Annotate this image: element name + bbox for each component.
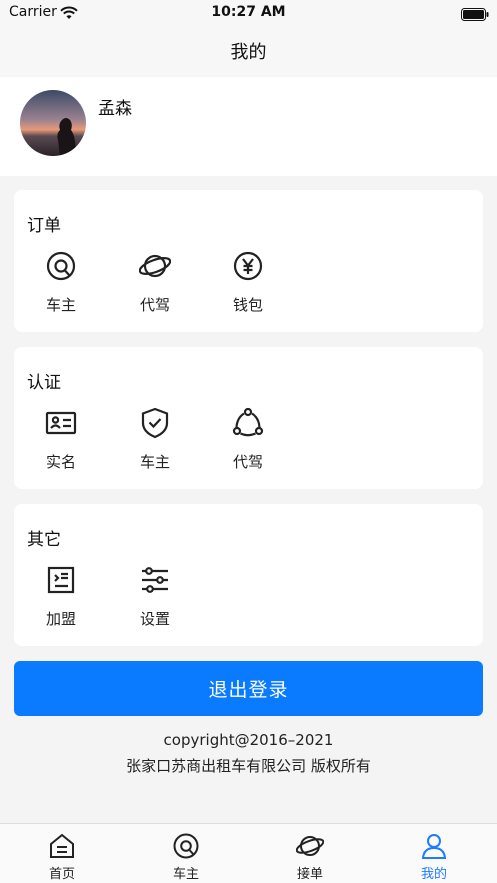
tab-mine[interactable]: 我的 <box>372 830 496 883</box>
company-text: 张家口苏商出租车有限公司 版权所有 <box>126 757 371 775</box>
planet-icon <box>138 250 172 282</box>
page-title: 我的 <box>230 42 267 63</box>
orders-chauffeur-button[interactable]: 代驾 <box>115 250 195 320</box>
certification-section: 认证 实名 车主 代驾 <box>14 347 483 489</box>
section-title: 其它 <box>27 530 61 550</box>
other-join-button[interactable]: 加盟 <box>21 564 101 634</box>
other-settings-label: 设置 <box>139 610 170 628</box>
tab-driver-label: 车主 <box>172 867 199 882</box>
tab-bar: 首页 车主 接单 我的 <box>0 823 497 883</box>
orders-driver-button[interactable]: 车主 <box>21 250 101 320</box>
person-icon <box>420 832 448 860</box>
orders-section: 订单 车主 代驾 钱包 <box>14 190 483 332</box>
home-icon <box>48 832 76 860</box>
cert-realname-button[interactable]: 实名 <box>21 407 101 477</box>
shield-check-icon <box>139 407 171 439</box>
yen-coin-icon <box>232 250 264 282</box>
section-title: 订单 <box>27 216 61 236</box>
profile-name: 孟森 <box>98 99 132 119</box>
planet-icon <box>295 832 325 860</box>
other-join-label: 加盟 <box>45 610 76 628</box>
cert-chauffeur-button[interactable]: 代驾 <box>208 407 288 477</box>
orders-driver-label: 车主 <box>45 296 76 314</box>
tab-home-label: 首页 <box>48 867 75 882</box>
nav-bar: 我的 <box>0 26 497 76</box>
cert-driver-label: 车主 <box>139 453 170 471</box>
list-box-icon <box>45 564 77 596</box>
profile-header[interactable]: 孟森 <box>0 77 497 176</box>
orders-chauffeur-label: 代驾 <box>139 296 170 314</box>
orders-wallet-button[interactable]: 钱包 <box>208 250 288 320</box>
cert-realname-label: 实名 <box>45 453 76 471</box>
steering-wheel-icon <box>172 832 200 860</box>
cert-driver-button[interactable]: 车主 <box>115 407 195 477</box>
logout-button[interactable]: 退出登录 <box>14 661 483 716</box>
section-title: 认证 <box>27 373 61 393</box>
share-nodes-icon <box>232 407 264 439</box>
status-time: 10:27 AM <box>211 4 286 20</box>
other-section: 其它 加盟 设置 <box>14 504 483 646</box>
id-card-icon <box>45 407 77 439</box>
tab-home[interactable]: 首页 <box>0 830 124 883</box>
avatar[interactable] <box>20 90 86 156</box>
orders-wallet-label: 钱包 <box>232 296 263 314</box>
other-settings-button[interactable]: 设置 <box>115 564 195 634</box>
steering-wheel-icon <box>45 250 77 282</box>
tab-orders[interactable]: 接单 <box>248 830 372 883</box>
tab-driver[interactable]: 车主 <box>124 830 248 883</box>
copyright-text: copyright@2016–2021 <box>163 731 334 749</box>
tab-orders-label: 接单 <box>296 867 323 882</box>
tab-mine-label: 我的 <box>420 867 447 882</box>
battery-icon <box>461 6 489 25</box>
sliders-icon <box>139 564 171 596</box>
cert-chauffeur-label: 代驾 <box>232 453 263 471</box>
status-bar: Carrier 10:27 AM <box>0 0 497 26</box>
